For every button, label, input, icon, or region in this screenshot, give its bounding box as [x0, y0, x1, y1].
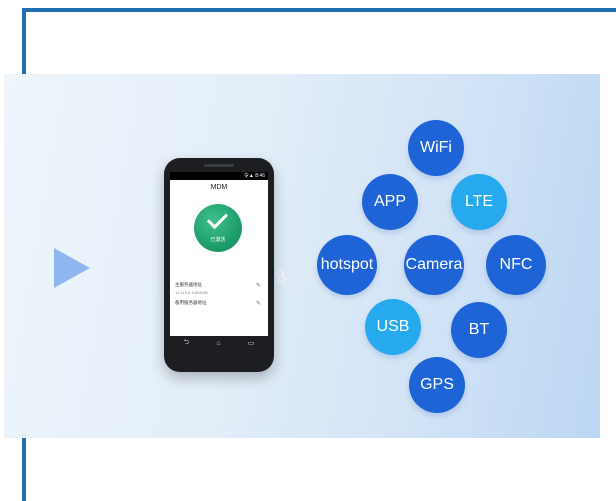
- frame-top-border: [22, 8, 616, 12]
- play-arrow-icon[interactable]: [54, 248, 90, 288]
- setting-value: 10.110.6.108:8080: [175, 290, 209, 295]
- setting-label: 备用服务器地址: [175, 300, 207, 305]
- phone-speaker: [204, 164, 234, 167]
- activated-status-circle: 已激活: [194, 204, 242, 252]
- frame-left-border-bottom: [22, 438, 26, 501]
- phone-mockup: 令▲ 8:46 MDM 已激活 主服务器地址 10.110.6.108:8080…: [164, 158, 274, 372]
- feature-wifi: WiFi: [408, 120, 464, 176]
- primary-server-setting[interactable]: 主服务器地址 10.110.6.108:8080 ✎: [175, 282, 263, 295]
- feature-lte: LTE: [451, 174, 507, 230]
- home-icon[interactable]: ⌂: [216, 340, 220, 347]
- status-bar: 令▲ 8:46: [170, 172, 268, 180]
- feature-bt: BT: [451, 302, 507, 358]
- setting-label: 主服务器地址: [175, 282, 202, 287]
- app-title: MDM: [210, 184, 228, 191]
- mdm-banner: 218 令▲ 8:46 MDM 已激活 主服务器地址 10.110.6.108:…: [4, 74, 600, 438]
- back-icon[interactable]: ⮌: [184, 338, 190, 349]
- frame-left-border-top: [22, 8, 26, 74]
- feature-usb: USB: [365, 299, 421, 355]
- feature-camera: Camera: [404, 235, 464, 295]
- feature-nfc: NFC: [486, 235, 546, 295]
- feature-gps: GPS: [409, 357, 465, 413]
- phone-screen: 令▲ 8:46 MDM 已激活 主服务器地址 10.110.6.108:8080…: [170, 172, 268, 350]
- recent-apps-icon[interactable]: ▭: [248, 339, 255, 347]
- edit-icon[interactable]: ✎: [256, 300, 261, 307]
- feature-app: APP: [362, 174, 418, 230]
- backup-server-setting[interactable]: 备用服务器地址 ✎: [175, 300, 263, 307]
- edit-icon[interactable]: ✎: [256, 282, 261, 289]
- android-nav-bar: ⮌ ⌂ ▭: [170, 336, 268, 350]
- feature-hotspot: hotspot: [317, 235, 377, 295]
- activated-label: 已激活: [210, 237, 226, 243]
- checkmark-icon: [206, 207, 229, 230]
